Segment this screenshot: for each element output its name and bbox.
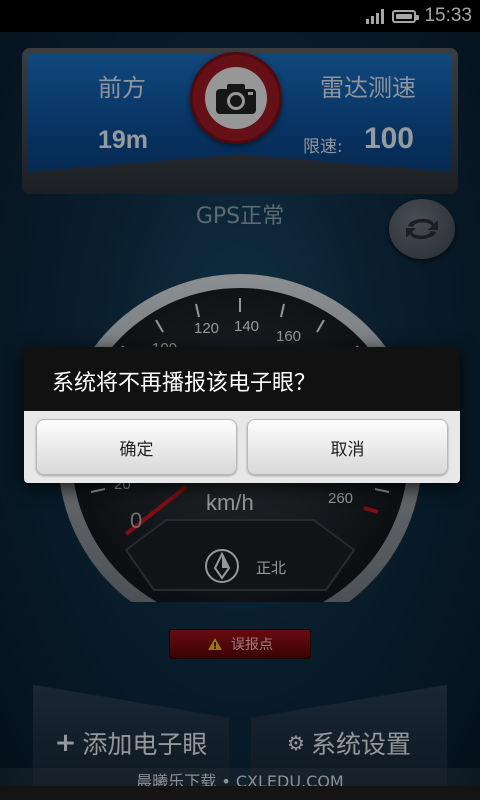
confirm-button[interactable]: 确定 bbox=[36, 419, 237, 475]
dialog-button-bar: 确定 取消 bbox=[24, 411, 460, 483]
confirm-dialog: 系统将不再播报该电子眼？ 确定 取消 bbox=[24, 347, 460, 483]
cancel-button[interactable]: 取消 bbox=[247, 419, 448, 475]
dialog-message: 系统将不再播报该电子眼？ bbox=[52, 371, 317, 396]
